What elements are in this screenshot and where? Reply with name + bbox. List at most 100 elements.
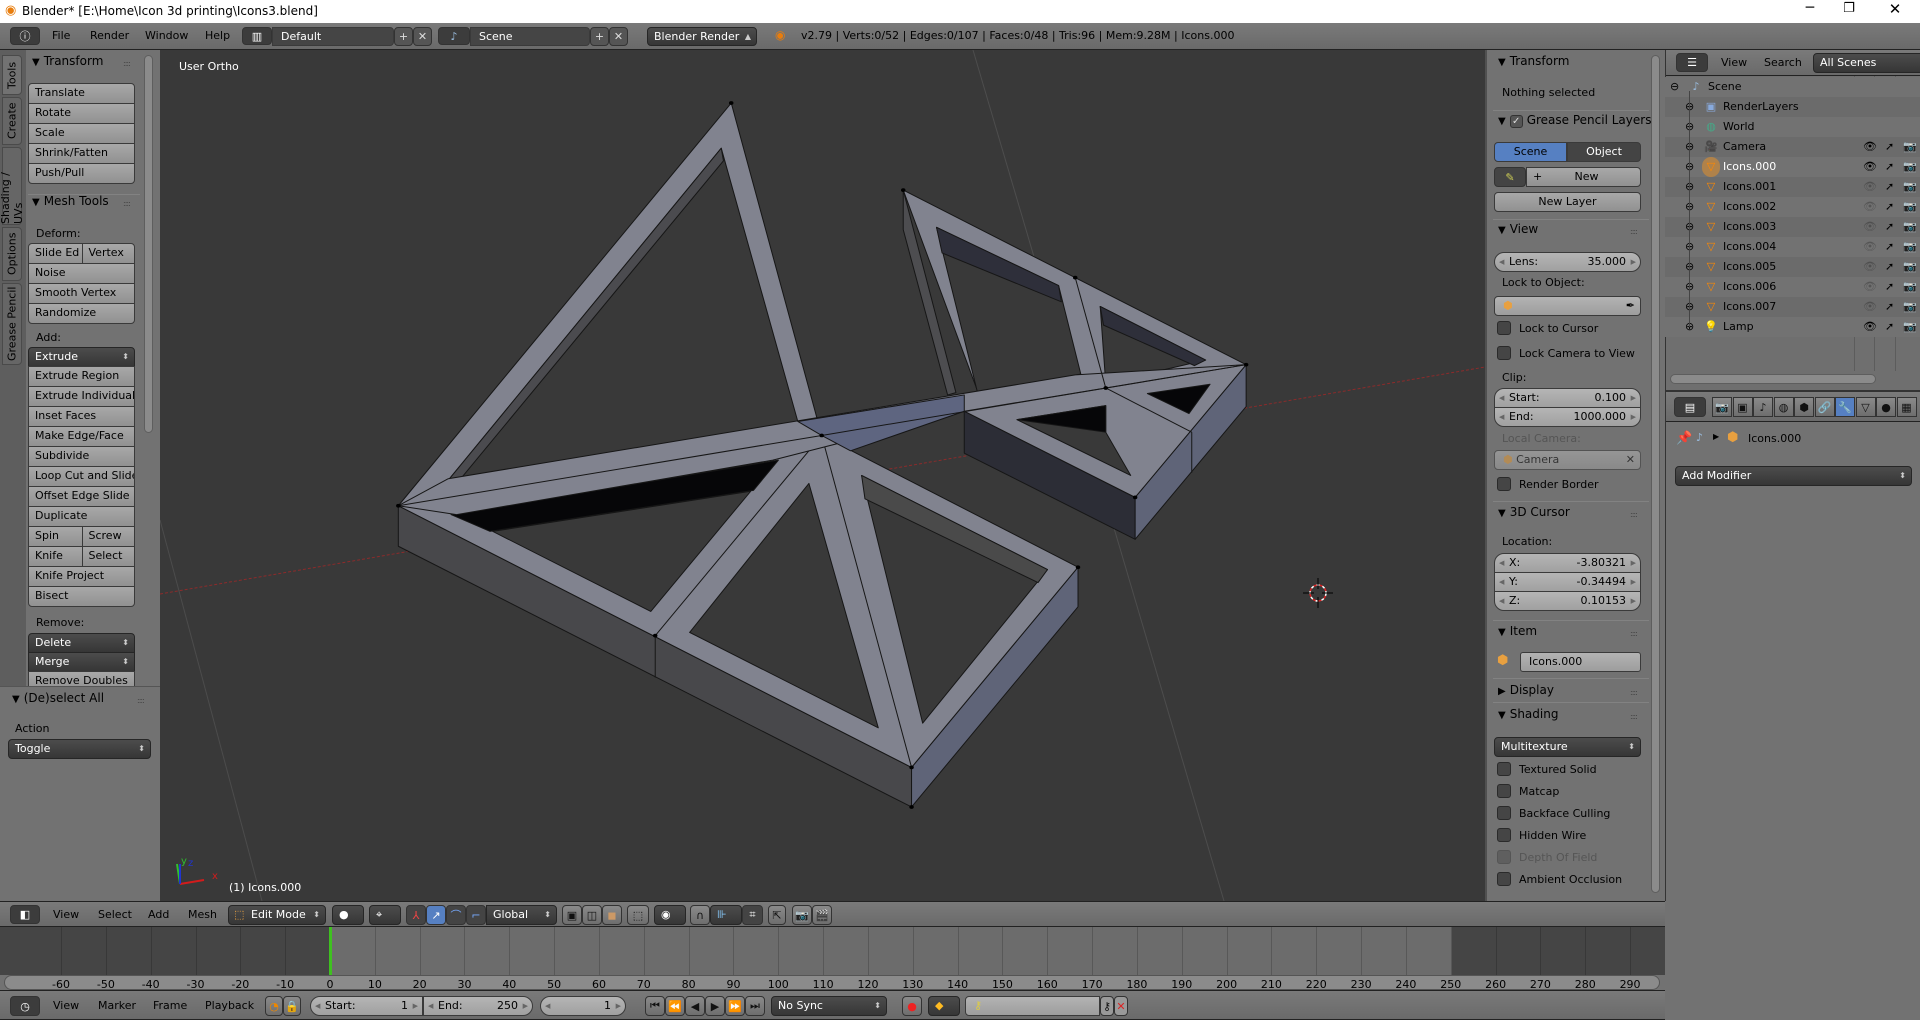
panel-header-item[interactable]: ▼ Item (1498, 624, 1537, 638)
matcap-checkbox[interactable] (1497, 784, 1511, 798)
tab-shading-uvs[interactable]: Shading / UVs (0, 147, 25, 225)
renderability-camera-icon[interactable]: 📷 (1903, 277, 1917, 297)
slide-ed-button[interactable]: Slide Ed (28, 243, 83, 264)
properties-tab-material-icon[interactable]: ● (1876, 397, 1896, 417)
drag-grip-icon[interactable]: :::: (123, 59, 131, 68)
occlude-geometry-icon[interactable]: ⬚ (627, 905, 649, 925)
menu-view[interactable]: View (53, 902, 79, 928)
render-border-checkbox[interactable] (1497, 477, 1511, 491)
translate-button[interactable]: Translate (28, 83, 135, 104)
properties-tab-constraints-icon[interactable]: 🔗 (1814, 397, 1835, 417)
selectability-cursor-icon[interactable]: ➚ (1885, 317, 1894, 337)
remove-doubles-button[interactable]: Remove Doubles (28, 671, 135, 686)
editor-type-outliner-button[interactable]: ☰ (1676, 53, 1708, 72)
scale-manipulator-icon[interactable]: ⌐ (466, 905, 486, 925)
drag-grip-icon[interactable]: :::: (1630, 510, 1638, 519)
extrude-individual-button[interactable]: Extrude Individual (28, 386, 135, 407)
snap-icon[interactable]: ∩ (690, 905, 710, 925)
outliner-row[interactable]: ⊕▽Icons.003👁➚📷 (1665, 207, 1920, 237)
keying-set-field[interactable]: ⚷ (965, 996, 1100, 1016)
panel-header-mesh-tools[interactable]: ▼ Mesh Tools (32, 194, 109, 208)
renderability-camera-icon[interactable]: 📷 (1903, 137, 1917, 157)
current-frame-field[interactable]: ◀ 1 ▶ (540, 996, 626, 1016)
knife-project-button[interactable]: Knife Project (28, 566, 135, 587)
outliner-item-label[interactable]: Camera (1723, 137, 1766, 157)
menu-help[interactable]: Help (205, 23, 230, 49)
item-name-field[interactable]: Icons.000 (1520, 652, 1641, 672)
scene-icon[interactable]: ♪ (438, 27, 470, 45)
menu-playback[interactable]: Playback (205, 993, 254, 1019)
tab-options[interactable]: Options (2, 227, 22, 281)
properties-tab-world-icon[interactable]: ◍ (1773, 397, 1794, 417)
collapse-icon[interactable]: ⊖ (1670, 77, 1679, 97)
selectability-cursor-icon[interactable]: ➚ (1885, 137, 1894, 157)
properties-tab-object-icon[interactable]: ⬢ (1794, 397, 1814, 417)
local-camera-field[interactable]: ⬢ Camera ✕ (1494, 450, 1641, 470)
cursor-y-field[interactable]: ◀ Y: -0.34494 ▶ (1494, 572, 1641, 592)
menu-search[interactable]: Search (1764, 50, 1802, 76)
spin-button[interactable]: Spin (28, 526, 83, 547)
opengl-render-icon[interactable]: 📷 (792, 905, 812, 925)
outliner-row[interactable]: ⊕▽Icons.002👁➚📷 (1665, 187, 1920, 217)
3d-viewport[interactable]: User Ortho y z x (1) Icons.000 (160, 50, 1485, 901)
lock-camera-to-view-checkbox[interactable] (1497, 346, 1511, 360)
pencil-icon[interactable]: ✎ (1494, 167, 1526, 187)
selectability-cursor-icon[interactable]: ➚ (1885, 297, 1894, 317)
push-pull-button[interactable]: Push/Pull (28, 163, 135, 184)
new-grease-pencil-button[interactable]: + New (1526, 167, 1641, 187)
editor-type-properties-button[interactable]: ▤ (1674, 397, 1706, 417)
3d-cursor-icon[interactable] (1303, 578, 1333, 608)
display-mode-dropdown[interactable]: All Scenes (1813, 53, 1920, 73)
scene-field[interactable]: Scene (470, 27, 590, 46)
timeline-playhead[interactable] (329, 927, 332, 975)
properties-shelf-scrollbar[interactable] (1651, 55, 1660, 893)
noise-button[interactable]: Noise (28, 263, 135, 284)
frame-end-field[interactable]: ◀ End: 250 ▶ (423, 996, 533, 1016)
delete-scene-button[interactable]: ✕ (609, 27, 628, 46)
lock-to-cursor-checkbox[interactable] (1497, 321, 1511, 335)
outliner-row[interactable]: ⊕▽Icons.006👁➚📷 (1665, 267, 1920, 297)
clip-end-field[interactable]: ◀ End: 1000.000 ▶ (1494, 407, 1641, 427)
loop-cut-and-slide-button[interactable]: Loop Cut and Slide (28, 466, 135, 487)
menu-view[interactable]: View (53, 993, 79, 1019)
outliner-item-label[interactable]: Icons.002 (1723, 197, 1776, 217)
extrude-dropdown[interactable]: Extrude ⬍ (28, 347, 135, 367)
edge-select-icon[interactable]: ◫ (582, 905, 602, 925)
knife-button[interactable]: Knife (28, 546, 83, 567)
smooth-vertex-button[interactable]: Smooth Vertex (28, 283, 135, 304)
lock-object-field[interactable]: ⬢ ✒ (1494, 296, 1641, 316)
render-engine-dropdown[interactable]: Blender Render ▲ (647, 27, 757, 46)
outliner-row[interactable]: ⊕▽Icons.001👁➚📷 (1665, 167, 1920, 197)
scale-button[interactable]: Scale (28, 123, 135, 144)
renderability-camera-icon[interactable]: 📷 (1903, 297, 1917, 317)
panel-header-grease-pencil[interactable]: ▼ ✓ Grease Pencil Layers (1498, 113, 1651, 128)
add-layout-button[interactable]: + (394, 27, 413, 46)
record-icon[interactable]: ● (902, 996, 922, 1016)
drag-grip-icon[interactable]: :::: (1630, 227, 1638, 236)
play-reverse-icon[interactable]: ◀ (685, 996, 705, 1016)
tool-shelf-scrollbar[interactable] (144, 55, 153, 433)
properties-tab-render-layers-icon[interactable]: ▣ (1732, 397, 1753, 417)
selectability-cursor-icon[interactable]: ➚ (1885, 277, 1894, 297)
transform-orientation-dropdown[interactable]: Global ⬍ (486, 905, 557, 925)
pivot-point-dropdown[interactable]: ⌖ (369, 905, 401, 925)
menu-file[interactable]: File (52, 23, 70, 49)
keying-dropdown[interactable]: ◆ (928, 996, 960, 1016)
panel-header-3d-cursor[interactable]: ▼ 3D Cursor (1498, 505, 1570, 519)
insert-keyframe-icon[interactable]: ⚷ (1100, 996, 1114, 1016)
eyedropper-icon[interactable]: ✒ (1626, 297, 1635, 315)
vertex-select-icon[interactable]: ▣ (562, 905, 582, 925)
visibility-eye-icon[interactable]: 👁 (1863, 277, 1877, 297)
frame-start-field[interactable]: ◀ Start: 1 ▶ (310, 996, 423, 1016)
drag-grip-icon[interactable]: :::: (1630, 688, 1638, 697)
outliner-row[interactable]: ⊕▽Icons.007👁➚📷 (1665, 287, 1920, 317)
face-select-icon[interactable]: ◼ (602, 905, 622, 925)
inset-faces-button[interactable]: Inset Faces (28, 406, 135, 427)
renderability-camera-icon[interactable]: 📷 (1903, 177, 1917, 197)
outliner-row[interactable]: ⊖ ♪ Scene (1665, 77, 1920, 97)
renderability-camera-icon[interactable]: 📷 (1903, 237, 1917, 257)
sync-mode-dropdown[interactable]: No Sync ⬍ (771, 996, 887, 1016)
tab-tools[interactable]: Tools (2, 55, 22, 95)
preview-range-icon[interactable]: ◔ (265, 996, 283, 1016)
properties-tab-texture-icon[interactable]: ▦ (1896, 397, 1917, 417)
